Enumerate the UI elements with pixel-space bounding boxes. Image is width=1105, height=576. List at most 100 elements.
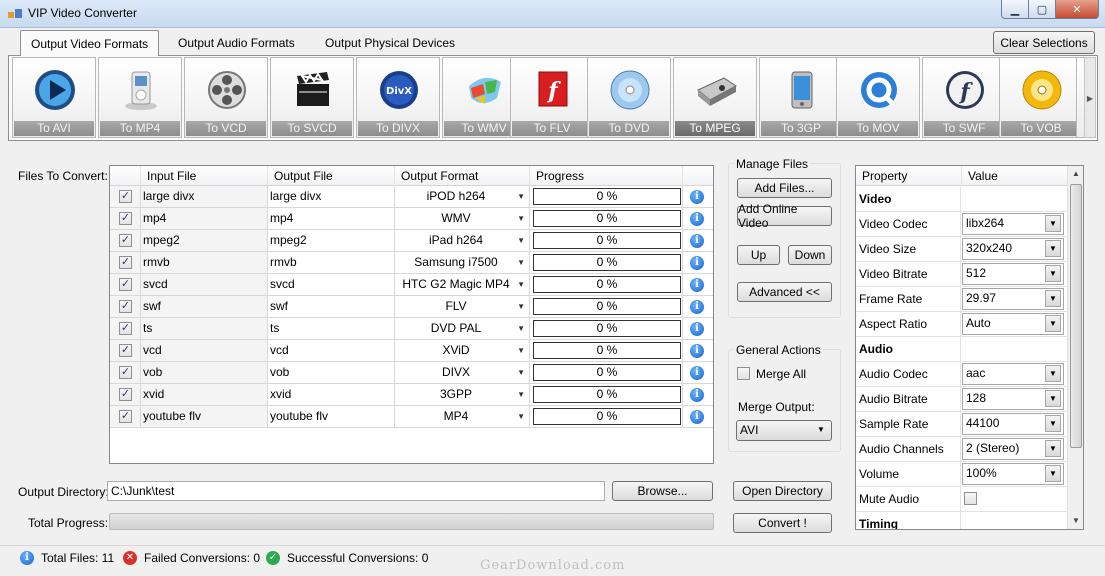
- property-row[interactable]: Video Size 320x240 ▼: [856, 237, 1069, 262]
- scroll-down-icon[interactable]: ▼: [1068, 513, 1084, 529]
- clear-selections-button[interactable]: Clear Selections: [993, 31, 1095, 54]
- output-format-select[interactable]: DVD PAL ▼: [395, 318, 530, 339]
- input-file-cell[interactable]: rmvb: [141, 252, 268, 273]
- add-online-video-button[interactable]: Add Online Video: [737, 202, 832, 230]
- format-swf-button[interactable]: f To SWF: [922, 57, 1006, 138]
- format-vcd-button[interactable]: To VCD: [184, 57, 268, 138]
- output-file-cell[interactable]: svcd: [268, 274, 395, 295]
- property-row[interactable]: Aspect Ratio Auto ▼: [856, 312, 1069, 337]
- property-value-select[interactable]: aac ▼: [962, 363, 1064, 385]
- property-row[interactable]: Audio Bitrate 128 ▼: [856, 387, 1069, 412]
- formats-scroll-right[interactable]: ▶: [1084, 57, 1096, 138]
- output-format-select[interactable]: XViD ▼: [395, 340, 530, 361]
- property-value-select[interactable]: 44100 ▼: [962, 413, 1064, 435]
- property-value-select[interactable]: 512 ▼: [962, 263, 1064, 285]
- table-row[interactable]: ✓ xvid xvid 3GPP ▼ 0 % i: [110, 384, 713, 406]
- format-flv-button[interactable]: f To FLV: [510, 57, 594, 138]
- input-file-cell[interactable]: vob: [141, 362, 268, 383]
- move-down-button[interactable]: Down: [788, 245, 832, 265]
- property-value-select[interactable]: Auto ▼: [962, 313, 1064, 335]
- grid-header-format[interactable]: Output Format: [395, 166, 530, 186]
- chevron-down-icon[interactable]: ▼: [1045, 240, 1061, 257]
- info-icon[interactable]: i: [690, 212, 704, 226]
- input-file-cell[interactable]: swf: [141, 296, 268, 317]
- output-format-select[interactable]: MP4 ▼: [395, 406, 530, 427]
- row-checkbox[interactable]: ✓: [119, 190, 132, 203]
- info-icon[interactable]: i: [690, 278, 704, 292]
- chevron-down-icon[interactable]: ▼: [1045, 215, 1061, 232]
- property-row[interactable]: Frame Rate 29.97 ▼: [856, 287, 1069, 312]
- output-format-select[interactable]: iPOD h264 ▼: [395, 186, 530, 207]
- input-file-cell[interactable]: mp4: [141, 208, 268, 229]
- tab-output-audio-formats[interactable]: Output Audio Formats: [168, 31, 305, 55]
- info-icon[interactable]: i: [690, 388, 704, 402]
- table-row[interactable]: ✓ large divx large divx iPOD h264 ▼ 0 % i: [110, 186, 713, 208]
- output-file-cell[interactable]: ts: [268, 318, 395, 339]
- table-row[interactable]: ✓ swf swf FLV ▼ 0 % i: [110, 296, 713, 318]
- grid-header-progress[interactable]: Progress: [530, 166, 683, 186]
- move-up-button[interactable]: Up: [737, 245, 780, 265]
- format-mov-button[interactable]: To MOV: [836, 57, 920, 138]
- row-checkbox[interactable]: ✓: [119, 234, 132, 247]
- property-row[interactable]: Sample Rate 44100 ▼: [856, 412, 1069, 437]
- info-icon[interactable]: i: [690, 190, 704, 204]
- property-value-select[interactable]: 29.97 ▼: [962, 288, 1064, 310]
- table-row[interactable]: ✓ ts ts DVD PAL ▼ 0 % i: [110, 318, 713, 340]
- tab-output-video-formats[interactable]: Output Video Formats: [20, 30, 160, 56]
- open-directory-button[interactable]: Open Directory: [733, 481, 832, 501]
- row-checkbox[interactable]: ✓: [119, 410, 132, 423]
- format-mp4-button[interactable]: To MP4: [98, 57, 182, 138]
- table-row[interactable]: ✓ mpeg2 mpeg2 iPad h264 ▼ 0 % i: [110, 230, 713, 252]
- row-checkbox[interactable]: ✓: [119, 388, 132, 401]
- output-file-cell[interactable]: large divx: [268, 186, 395, 207]
- output-format-select[interactable]: 3GPP ▼: [395, 384, 530, 405]
- output-file-cell[interactable]: vcd: [268, 340, 395, 361]
- convert-button[interactable]: Convert !: [733, 513, 832, 533]
- tab-output-physical-devices[interactable]: Output Physical Devices: [315, 31, 465, 55]
- input-file-cell[interactable]: youtube flv: [141, 406, 268, 427]
- input-file-cell[interactable]: ts: [141, 318, 268, 339]
- row-checkbox[interactable]: ✓: [119, 322, 132, 335]
- property-value-select[interactable]: libx264 ▼: [962, 213, 1064, 235]
- format-svcd-button[interactable]: To SVCD: [270, 57, 354, 138]
- close-button[interactable]: ✕: [1055, 0, 1099, 19]
- row-checkbox[interactable]: ✓: [119, 212, 132, 225]
- minimize-button[interactable]: ▁: [1001, 0, 1029, 19]
- scroll-up-icon[interactable]: ▲: [1068, 166, 1084, 182]
- grid-header-output[interactable]: Output File: [268, 166, 395, 186]
- input-file-cell[interactable]: xvid: [141, 384, 268, 405]
- info-icon[interactable]: i: [690, 300, 704, 314]
- output-format-select[interactable]: FLV ▼: [395, 296, 530, 317]
- property-row[interactable]: Video Codec libx264 ▼: [856, 212, 1069, 237]
- row-checkbox[interactable]: ✓: [119, 366, 132, 379]
- property-value-select[interactable]: 100% ▼: [962, 463, 1064, 485]
- info-icon[interactable]: i: [690, 322, 704, 336]
- scroll-thumb[interactable]: [1070, 184, 1082, 448]
- output-file-cell[interactable]: mp4: [268, 208, 395, 229]
- merge-output-select[interactable]: AVI ▼: [736, 420, 832, 441]
- browse-button[interactable]: Browse...: [612, 481, 713, 501]
- table-row[interactable]: ✓ vob vob DIVX ▼ 0 % i: [110, 362, 713, 384]
- format-mpeg-button[interactable]: To MPEG: [673, 57, 757, 138]
- output-directory-input[interactable]: C:\Junk\test: [107, 481, 605, 501]
- row-checkbox[interactable]: ✓: [119, 344, 132, 357]
- table-row[interactable]: ✓ mp4 mp4 WMV ▼ 0 % i: [110, 208, 713, 230]
- output-format-select[interactable]: WMV ▼: [395, 208, 530, 229]
- output-format-select[interactable]: HTC G2 Magic MP4 ▼: [395, 274, 530, 295]
- format-vob-button[interactable]: To VOB: [999, 57, 1083, 138]
- info-icon[interactable]: i: [690, 366, 704, 380]
- chevron-down-icon[interactable]: ▼: [1045, 415, 1061, 432]
- property-row[interactable]: Audio Codec aac ▼: [856, 362, 1069, 387]
- row-checkbox[interactable]: ✓: [119, 300, 132, 313]
- property-value-select[interactable]: 2 (Stereo) ▼: [962, 438, 1064, 460]
- chevron-down-icon[interactable]: ▼: [1045, 440, 1061, 457]
- table-row[interactable]: ✓ vcd vcd XViD ▼ 0 % i: [110, 340, 713, 362]
- table-row[interactable]: ✓ svcd svcd HTC G2 Magic MP4 ▼ 0 % i: [110, 274, 713, 296]
- chevron-down-icon[interactable]: ▼: [1045, 315, 1061, 332]
- output-file-cell[interactable]: mpeg2: [268, 230, 395, 251]
- row-checkbox[interactable]: ✓: [119, 278, 132, 291]
- property-row[interactable]: Audio Channels 2 (Stereo) ▼: [856, 437, 1069, 462]
- input-file-cell[interactable]: svcd: [141, 274, 268, 295]
- output-file-cell[interactable]: xvid: [268, 384, 395, 405]
- merge-all-checkbox[interactable]: [737, 367, 750, 380]
